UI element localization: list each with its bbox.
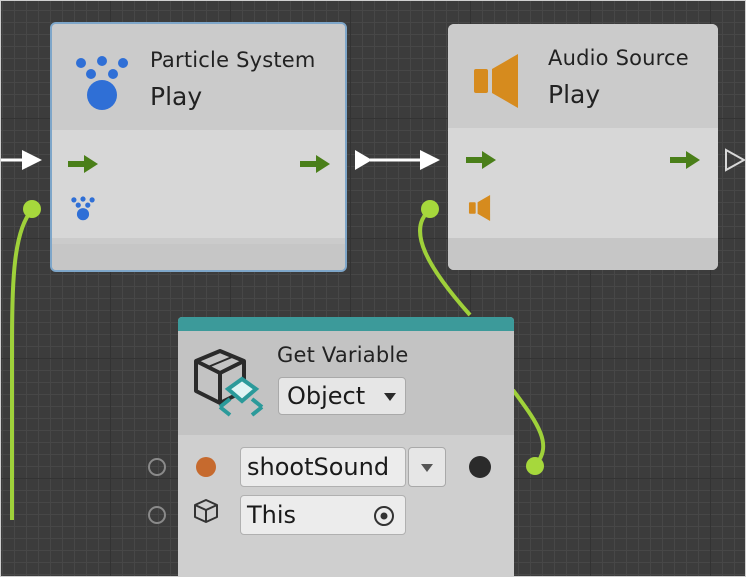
target-object-field[interactable]: This	[240, 495, 406, 535]
node-header: Particle System Play	[52, 24, 345, 130]
control-flow-arrowhead-left	[22, 150, 42, 170]
particle-value-port[interactable]	[23, 200, 41, 218]
audio-value-port[interactable]	[421, 200, 439, 218]
variable-output-port[interactable]	[526, 457, 544, 475]
node-title: Get Variable	[277, 343, 409, 367]
variable-name-field[interactable]: shootSound	[240, 447, 406, 487]
control-flow-tail-mid	[355, 150, 372, 170]
variable-name-dropdown-button[interactable]	[408, 447, 446, 487]
node-subtitle: Play	[150, 82, 203, 111]
get-variable-node[interactable]: Get Variable Object shootSound This	[178, 317, 514, 577]
flow-input-arrow-icon[interactable]	[66, 152, 100, 176]
variable-kind-dropdown[interactable]: Object	[278, 377, 406, 415]
caret-down-icon	[421, 464, 433, 472]
node-title: Audio Source	[548, 46, 689, 70]
control-output-outline-arrow	[725, 148, 746, 172]
audio-source-play-node[interactable]: Audio Source Play	[448, 24, 718, 270]
node-footer	[448, 238, 718, 270]
particle-system-icon	[76, 56, 128, 110]
flow-output-arrow-icon[interactable]	[298, 152, 332, 176]
particle-system-port-icon	[71, 196, 95, 221]
particle-value-wire	[10, 208, 34, 520]
node-header: Audio Source Play	[448, 24, 718, 128]
object-picker-icon[interactable]	[373, 505, 395, 527]
particle-system-play-node[interactable]: Particle System Play	[50, 22, 347, 272]
node-ports	[52, 130, 345, 238]
variable-kind-value: Object	[287, 382, 366, 410]
variable-kind-input-port[interactable]	[148, 458, 166, 476]
node-header: Get Variable Object	[178, 331, 514, 435]
audio-source-port-icon	[468, 195, 491, 221]
speaker-icon	[474, 54, 518, 108]
variable-cube-icon	[194, 349, 264, 417]
node-subtitle: Play	[548, 80, 601, 109]
target-object-value: This	[247, 501, 297, 529]
node-ports	[448, 128, 718, 238]
flow-input-arrow-icon[interactable]	[464, 148, 498, 172]
cube-outline-icon	[194, 499, 218, 523]
value-output-dot[interactable]	[469, 456, 491, 478]
flow-output-arrow-icon[interactable]	[668, 148, 702, 172]
node-header-bar	[178, 317, 514, 331]
control-flow-arrowhead-mid	[420, 150, 440, 170]
target-input-port[interactable]	[148, 506, 166, 524]
variable-name-value: shootSound	[247, 453, 390, 481]
node-footer	[52, 244, 345, 270]
node-title: Particle System	[150, 48, 316, 72]
node-ports: shootSound This	[178, 435, 514, 577]
kind-port-dot	[196, 457, 216, 477]
caret-down-icon	[384, 393, 396, 401]
